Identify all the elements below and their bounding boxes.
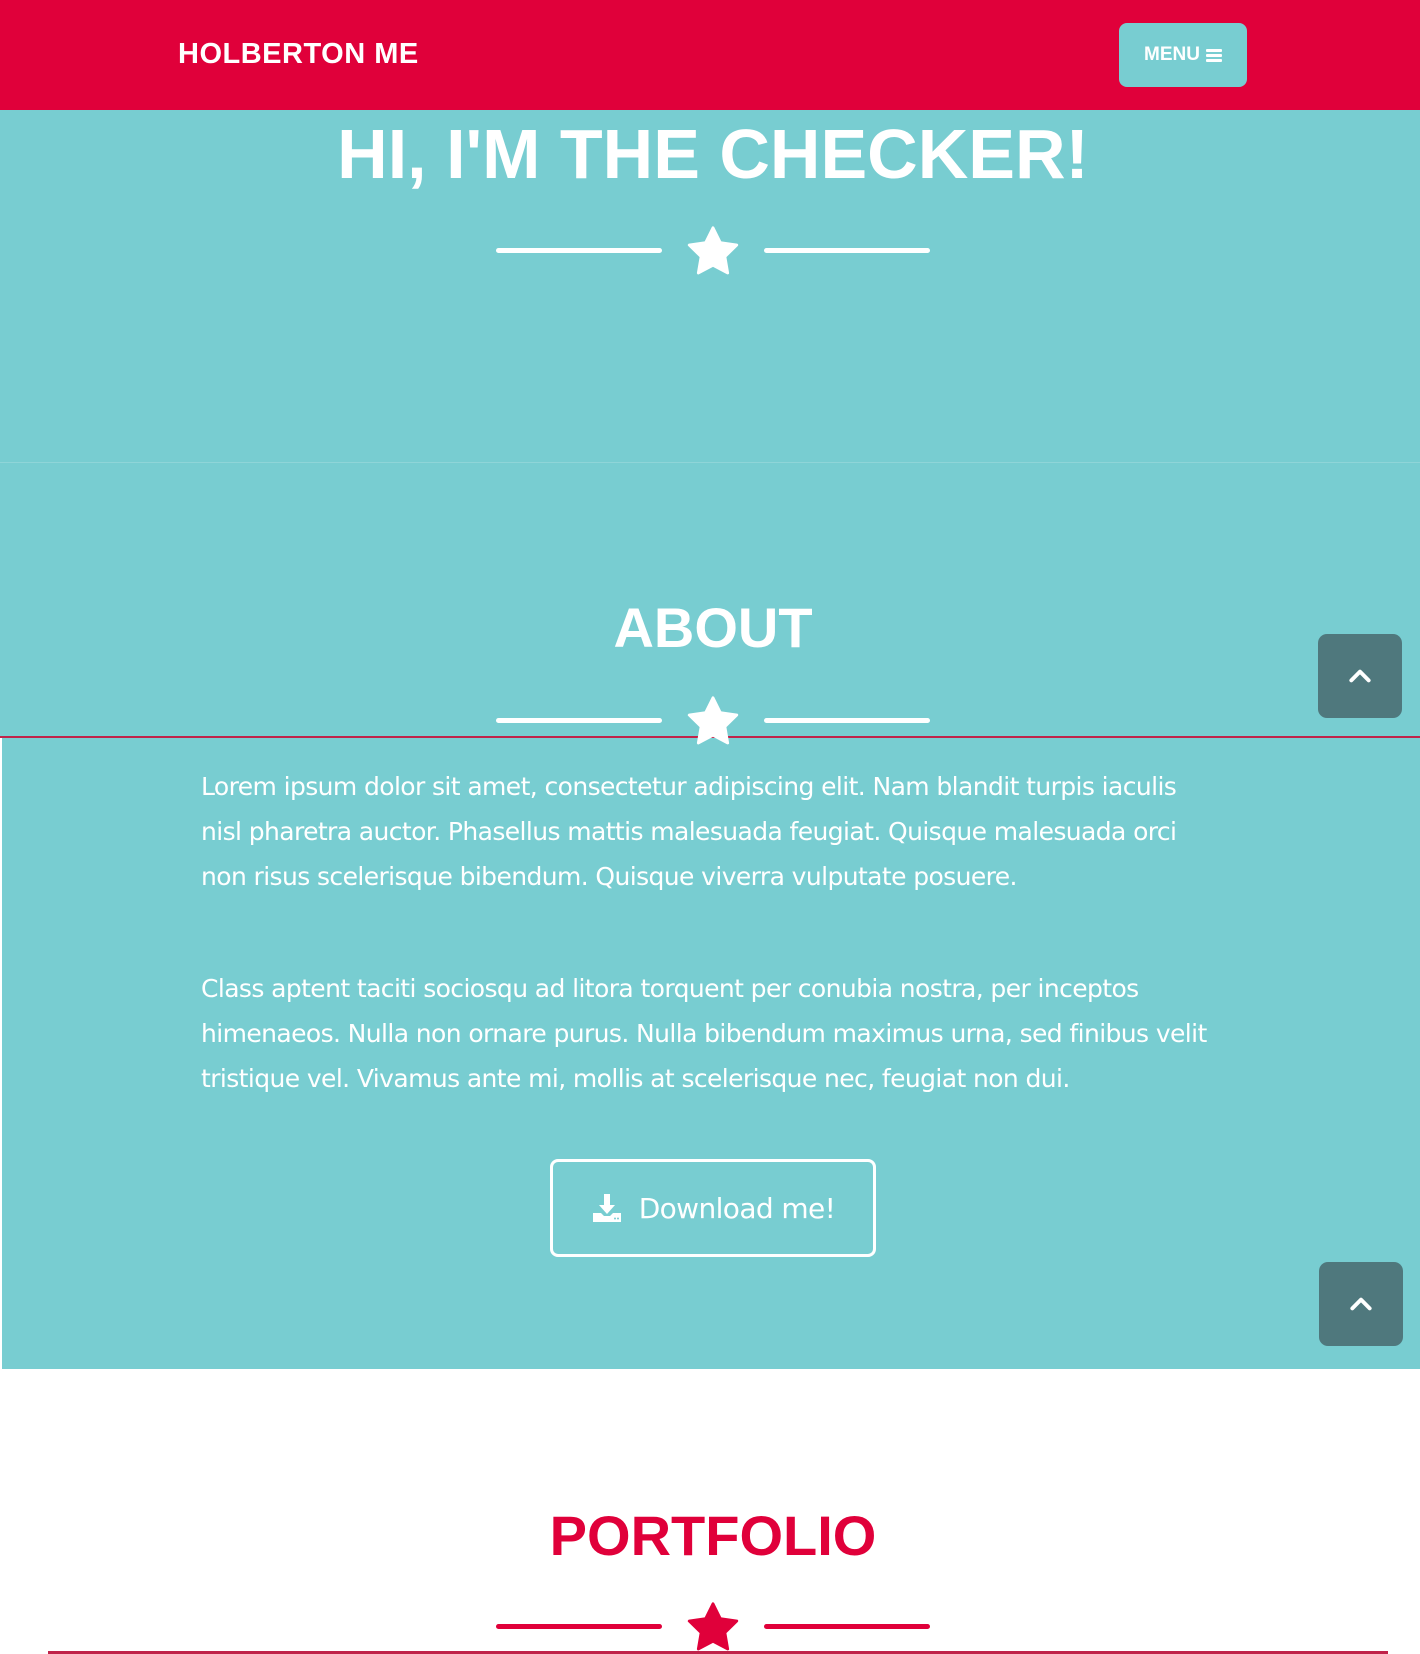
star-icon <box>687 226 739 275</box>
download-button[interactable]: Download me! <box>550 1159 876 1257</box>
portfolio-title: PORTFOLIO <box>549 1504 877 1567</box>
about-paragraph-2: Class aptent taciti sociosqu ad litora t… <box>201 974 1207 1093</box>
page: HOLBERTON ME MENU HI, I'M THE CHECKER! A… <box>0 0 1420 1654</box>
divider-line-right <box>764 1624 930 1629</box>
menu-label: MENU <box>1144 44 1200 65</box>
divider-line-left <box>496 1624 662 1629</box>
about-title: ABOUT <box>613 596 813 659</box>
about-divider <box>496 692 930 748</box>
about-paragraph-1: Lorem ipsum dolor sit amet, consectetur … <box>201 772 1177 891</box>
star-icon <box>687 696 739 745</box>
download-label: Download me! <box>638 1191 836 1225</box>
download-icon <box>592 1194 621 1222</box>
divider-line-right <box>764 718 930 723</box>
chevron-up-icon <box>1350 1297 1372 1311</box>
hero-title: HI, I'M THE CHECKER! <box>337 115 1089 193</box>
chevron-up-icon <box>1349 669 1371 683</box>
masthead-divider <box>496 222 930 278</box>
star-icon <box>687 1602 739 1651</box>
divider-line-right <box>764 248 930 253</box>
hamburger-icon <box>1205 48 1222 62</box>
divider-line-left <box>496 718 662 723</box>
edge-line <box>0 738 2 1369</box>
menu-button[interactable]: MENU <box>1119 23 1247 87</box>
scroll-top-button[interactable] <box>1319 1262 1403 1346</box>
divider-line-left <box>496 248 662 253</box>
navbar: HOLBERTON ME MENU <box>0 0 1420 110</box>
portfolio-divider <box>496 1598 930 1654</box>
scroll-top-button[interactable] <box>1318 634 1402 718</box>
brand-link[interactable]: HOLBERTON ME <box>178 36 419 72</box>
